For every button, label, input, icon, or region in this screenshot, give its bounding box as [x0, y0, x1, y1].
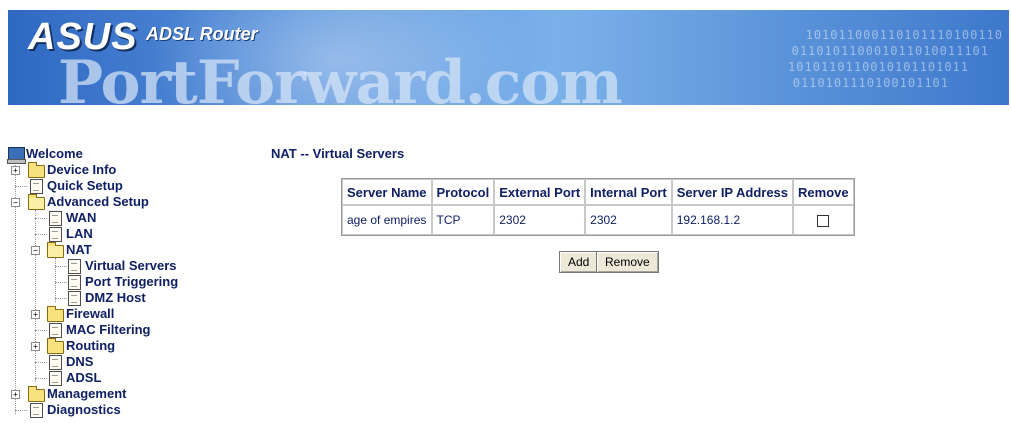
- tree-line: [35, 210, 36, 382]
- tree-line: [35, 330, 47, 331]
- cell-server-name: age of empires: [342, 205, 432, 235]
- expand-routing-icon[interactable]: +: [31, 342, 40, 351]
- cell-external-port: 2302: [494, 205, 586, 235]
- tree-line: [35, 234, 47, 235]
- cell-remove: [793, 205, 854, 235]
- nav-label: Diagnostics: [47, 402, 121, 417]
- nav-label: ADSL: [66, 370, 102, 385]
- cell-protocol: TCP: [431, 205, 495, 235]
- page-icon: [68, 259, 81, 274]
- table-row: age of empires TCP 2302 2302 192.168.1.2: [342, 205, 854, 235]
- page-icon: [68, 291, 81, 306]
- folder-icon: [47, 306, 64, 322]
- nav-label: MAC Filtering: [66, 322, 151, 337]
- nav-label: WAN: [66, 210, 97, 225]
- collapse-advanced-setup-icon[interactable]: −: [11, 198, 20, 207]
- page-title: NAT -- Virtual Servers: [271, 146, 405, 161]
- nav-label: DNS: [66, 354, 94, 369]
- column-header-server-name: Server Name: [342, 179, 432, 205]
- folder-icon: [28, 386, 45, 402]
- header-banner: 101011000110101110100110 011010110001011…: [8, 10, 1009, 105]
- tree-line: [55, 258, 56, 302]
- folder-open-icon: [47, 242, 64, 258]
- tree-line: [15, 410, 27, 411]
- add-button[interactable]: Add: [559, 251, 599, 273]
- tree-line: [55, 298, 67, 299]
- nav-label: Welcome: [26, 146, 83, 161]
- column-header-internal-port: Internal Port: [585, 179, 672, 205]
- expand-management-icon[interactable]: +: [11, 390, 20, 399]
- banner-binary-line-4: 0110101110100101101: [792, 76, 949, 90]
- folder-open-icon: [28, 194, 45, 210]
- tree-line: [55, 282, 67, 283]
- nav-label: Port Triggering: [85, 274, 179, 289]
- tree-line: [55, 266, 67, 267]
- folder-icon: [47, 338, 64, 354]
- banner-binary-line-3: 1010110110010101101011: [788, 60, 969, 74]
- page-icon: [49, 371, 62, 386]
- tree-line: [15, 186, 27, 187]
- nav-label: Firewall: [66, 306, 115, 321]
- virtual-servers-table: Server Name Protocol External Port Inter…: [341, 178, 855, 236]
- nav-label: NAT: [66, 242, 92, 257]
- page-icon: [49, 323, 62, 338]
- computer-icon: [7, 147, 26, 164]
- nav-label: Device Info: [47, 162, 117, 177]
- tree-line: [35, 362, 47, 363]
- remove-checkbox[interactable]: [817, 214, 830, 227]
- expand-firewall-icon[interactable]: +: [31, 310, 40, 319]
- cell-internal-port: 2302: [585, 205, 672, 235]
- table-header-row: Server Name Protocol External Port Inter…: [342, 179, 854, 205]
- column-header-remove: Remove: [793, 179, 854, 205]
- remove-button[interactable]: Remove: [596, 251, 659, 273]
- folder-icon: [28, 162, 45, 178]
- column-header-server-ip: Server IP Address: [671, 179, 794, 205]
- page-icon: [49, 355, 62, 370]
- nav-label: LAN: [66, 226, 93, 241]
- banner-binary-line-2: 011010110001011010011101: [791, 44, 989, 58]
- nav-label: Routing: [66, 338, 116, 353]
- page-icon: [49, 211, 62, 226]
- product-name: ADSL Router: [146, 24, 258, 44]
- nav-label: Virtual Servers: [85, 258, 177, 273]
- page-icon: [30, 403, 43, 418]
- page-icon: [68, 275, 81, 290]
- nav-label: Management: [47, 386, 127, 401]
- nav-label: Quick Setup: [47, 178, 123, 193]
- page-icon: [49, 227, 62, 242]
- collapse-nat-icon[interactable]: −: [31, 246, 40, 255]
- page-icon: [30, 179, 43, 194]
- tree-line: [35, 218, 47, 219]
- nav-label: Advanced Setup: [47, 194, 149, 209]
- expand-device-info-icon[interactable]: +: [11, 166, 20, 175]
- column-header-protocol: Protocol: [431, 179, 495, 205]
- cell-server-ip: 192.168.1.2: [671, 205, 794, 235]
- nav-label: DMZ Host: [85, 290, 146, 305]
- column-header-external-port: External Port: [494, 179, 586, 205]
- watermark: PortForward.com: [58, 48, 623, 105]
- banner-binary-line-1: 101011000110101110100110: [805, 28, 1003, 42]
- tree-line: [35, 378, 47, 379]
